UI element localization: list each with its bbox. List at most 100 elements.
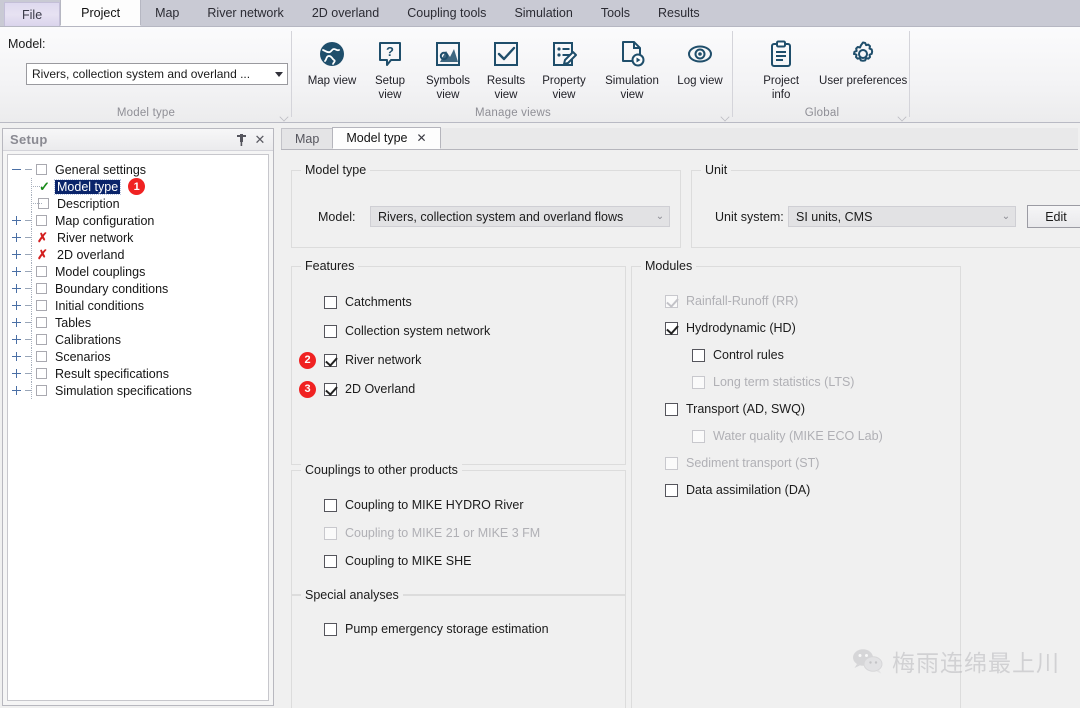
checkbox-unchecked-icon[interactable] — [324, 324, 337, 338]
checkbox-checked-icon[interactable] — [665, 321, 678, 335]
checkbox-row-hydrodynamic-hd[interactable]: Hydrodynamic (HD) — [665, 321, 796, 335]
checkbox-row-transport-ad-swq[interactable]: Transport (AD, SWQ) — [665, 402, 805, 416]
ribbon-button-label: Project info — [763, 75, 800, 101]
tree-item-map-configuration[interactable]: Map configuration — [8, 212, 268, 229]
ribbon-tab-river-network[interactable]: River network — [193, 0, 297, 26]
symbols-chart-icon — [433, 35, 463, 73]
tree-item-general-settings[interactable]: General settings — [8, 161, 268, 178]
tree-item-label: River network — [57, 230, 134, 245]
expand-icon[interactable] — [8, 382, 24, 399]
setup-tree[interactable]: General settings ✓ Model type 1 Description M… — [7, 154, 269, 701]
ribbon-tab-project[interactable]: Project — [60, 0, 142, 26]
expand-icon[interactable] — [8, 229, 24, 246]
checkbox-unchecked-icon[interactable] — [324, 498, 337, 512]
tree-item-label: Model type — [53, 178, 122, 195]
tree-item-simulation-specifications[interactable]: Simulation specifications — [8, 382, 268, 399]
checkbox-unchecked-icon[interactable] — [692, 348, 705, 362]
checkbox-row-coupling-to-mike-hydro-river[interactable]: Coupling to MIKE HYDRO River — [324, 498, 524, 512]
tree-item-model-couplings[interactable]: Model couplings — [8, 263, 268, 280]
checkbox-row-river-network[interactable]: 2 River network — [299, 351, 422, 369]
chevron-down-icon[interactable]: ⌄ — [997, 211, 1015, 222]
minus-glyph — [11, 169, 21, 170]
checkbox-row-catchments[interactable]: Catchments — [324, 295, 412, 309]
ribbon-tab-file[interactable]: File — [4, 2, 61, 26]
close-icon[interactable]: ✕ — [252, 132, 268, 148]
expand-icon[interactable] — [8, 331, 24, 348]
tree-item-initial-conditions[interactable]: Initial conditions — [8, 297, 268, 314]
expand-icon[interactable] — [8, 297, 24, 314]
ribbon-tab-coupling-tools[interactable]: Coupling tools — [393, 0, 500, 26]
ribbon-button-map-view[interactable]: Map view — [303, 31, 361, 109]
expand-icon[interactable] — [8, 348, 24, 365]
tree-item-tables[interactable]: Tables — [8, 314, 268, 331]
ribbon-model-combo[interactable]: Rivers, collection system and overland .… — [26, 63, 288, 85]
ribbon-group-model-type: Model: Rivers, collection system and ove… — [0, 27, 292, 123]
tree-item-2d-overland[interactable]: ✗ 2D overland — [8, 246, 268, 263]
close-icon[interactable]: ✕ — [416, 131, 426, 145]
document-tab-model-type[interactable]: Model type ✕ — [332, 127, 441, 149]
checkbox-checked-icon[interactable] — [324, 382, 337, 396]
ribbon-button-log-view[interactable]: Log view — [671, 31, 729, 109]
ribbon-tab-tools[interactable]: Tools — [587, 0, 644, 26]
ribbon-tab-label: Tools — [600, 6, 630, 20]
tree-item-calibrations[interactable]: Calibrations — [8, 331, 268, 348]
expand-icon[interactable] — [8, 280, 24, 297]
collapse-icon[interactable] — [8, 161, 24, 178]
ribbon-tab-simulation[interactable]: Simulation — [500, 0, 586, 26]
checkbox-row-2d-overland[interactable]: 3 2D Overland — [299, 380, 415, 398]
checkbox-icon — [491, 35, 521, 73]
model-combo[interactable]: Rivers, collection system and overland f… — [370, 206, 670, 227]
tree-item-boundary-conditions[interactable]: Boundary conditions — [8, 280, 268, 297]
checkbox-unchecked-icon[interactable] — [665, 483, 678, 497]
tree-item-label: Initial conditions — [55, 298, 144, 313]
chevron-down-icon[interactable] — [271, 72, 287, 77]
expand-icon[interactable] — [8, 212, 24, 229]
ribbon-button-setup-view[interactable]: ? Setup view — [361, 31, 419, 109]
ribbon-tab-map[interactable]: Map — [141, 0, 193, 26]
ribbon-button-symbols-view[interactable]: Symbols view — [419, 31, 477, 109]
tree-item-river-network[interactable]: ✗ River network — [8, 229, 268, 246]
checkbox-row-pump-emergency-storage-estimation[interactable]: Pump emergency storage estimation — [324, 622, 549, 636]
checkbox-unchecked-icon[interactable] — [324, 295, 337, 309]
ribbon-button-property-view[interactable]: Property view — [535, 31, 593, 109]
group-title-couplings: Couplings to other products — [301, 463, 462, 477]
ribbon-tab-2d-overland[interactable]: 2D overland — [298, 0, 393, 26]
checkbox-unchecked-icon[interactable] — [324, 554, 337, 568]
checkbox-label: Collection system network — [345, 324, 491, 338]
tree-item-result-specifications[interactable]: Result specifications — [8, 365, 268, 382]
checkbox-row-data-assimilation-da[interactable]: Data assimilation (DA) — [665, 483, 810, 497]
plus-glyph — [11, 284, 21, 293]
pin-icon[interactable] — [233, 132, 249, 148]
checkbox-label: Transport (AD, SWQ) — [686, 402, 805, 416]
unit-system-combo[interactable]: SI units, CMS ⌄ — [788, 206, 1016, 227]
tree-item-model-type[interactable]: ✓ Model type 1 — [8, 178, 268, 195]
ribbon-button-results-view[interactable]: Results view — [477, 31, 535, 109]
checkbox-unchecked-icon[interactable] — [665, 402, 678, 416]
expand-icon[interactable] — [8, 365, 24, 382]
chevron-down-icon[interactable]: ⌄ — [651, 211, 669, 222]
checkbox-row-coupling-to-mike-she[interactable]: Coupling to MIKE SHE — [324, 554, 471, 568]
checkbox-checked-icon[interactable] — [324, 353, 337, 367]
edit-button[interactable]: Edit — [1027, 205, 1080, 228]
tree-item-scenarios[interactable]: Scenarios — [8, 348, 268, 365]
checkbox-label: River network — [345, 353, 422, 367]
checkbox-unchecked-icon[interactable] — [324, 622, 337, 636]
expand-icon[interactable] — [8, 246, 24, 263]
tree-item-description[interactable]: Description — [8, 195, 268, 212]
checkbox-unchecked-icon — [692, 375, 705, 389]
ribbon-button-user-preferences[interactable]: User preferences — [816, 31, 910, 109]
expand-icon[interactable] — [8, 263, 24, 280]
group-unit: Unit Unit system: SI units, CMS ⌄ Edit — [691, 163, 1080, 248]
document-tab-map[interactable]: Map — [281, 128, 334, 149]
checkbox-row-collection-system-network[interactable]: Collection system network — [324, 324, 490, 338]
ribbon-button-project-info[interactable]: Project info — [746, 31, 816, 109]
checkbox-label: Catchments — [345, 295, 412, 309]
plus-glyph — [11, 318, 21, 327]
checkbox-row-control-rules[interactable]: Control rules — [692, 348, 784, 362]
ribbon-button-simulation-view[interactable]: Simulation view — [593, 31, 671, 109]
ribbon-tab-results[interactable]: Results — [644, 0, 714, 26]
checkbox-label: Control rules — [713, 348, 784, 362]
expand-icon[interactable] — [8, 314, 24, 331]
tree-connector — [31, 186, 42, 187]
ribbon-button-label: Simulation view — [605, 75, 659, 101]
